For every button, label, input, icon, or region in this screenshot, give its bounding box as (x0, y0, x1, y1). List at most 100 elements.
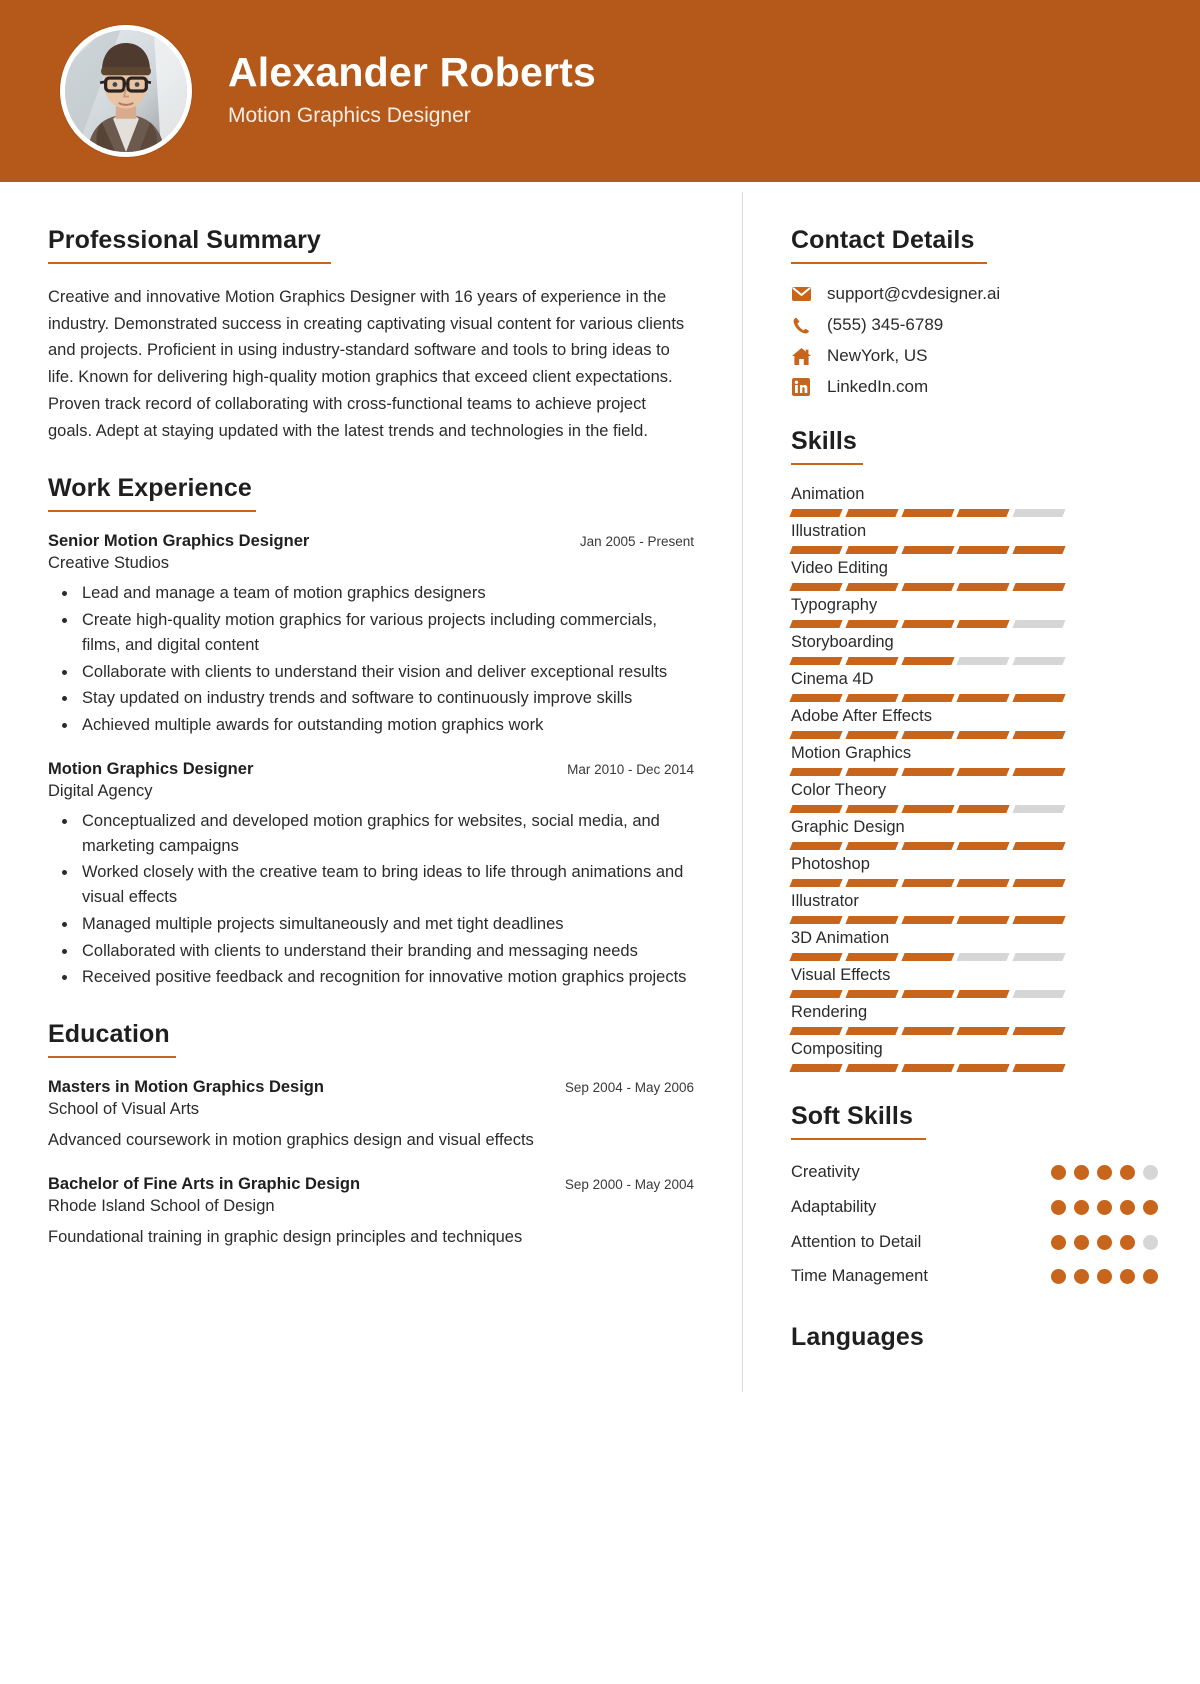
skill-bar-segment (900, 694, 955, 702)
skill-item: Adobe After Effects (789, 707, 1158, 739)
skill-bar-segment (789, 509, 843, 517)
contact-item-linkedin[interactable]: LinkedIn.com (791, 377, 1158, 397)
rating-dot (1051, 1199, 1066, 1215)
skill-bar-segment (956, 842, 1010, 850)
section-heading-education: Education (48, 1020, 170, 1049)
skill-bar-segment (845, 916, 899, 924)
section-education: Education Masters in Motion Graphics Des… (48, 1020, 694, 1250)
skill-bar-segment (900, 509, 955, 517)
skill-bar-segment (1012, 916, 1066, 924)
rating-dot (1120, 1199, 1135, 1215)
skill-bar-segment (845, 768, 899, 776)
education-degree: Masters in Motion Graphics Design (48, 1078, 324, 1097)
heading-underline (48, 1056, 176, 1059)
skill-level-bar (789, 768, 1066, 776)
section-heading-summary: Professional Summary (48, 226, 321, 254)
skill-bar-segment (789, 990, 843, 998)
soft-skill-label: Creativity (791, 1163, 860, 1181)
skill-bar-segment (956, 768, 1010, 776)
header-text: Alexander Roberts Motion Graphics Design… (228, 50, 596, 131)
skill-bar-segment (789, 657, 843, 665)
education-entry: Bachelor of Fine Arts in Graphic Design … (48, 1175, 694, 1250)
rating-dot (1120, 1234, 1135, 1250)
page-title: Alexander Roberts (228, 49, 596, 96)
skill-bar-segment (900, 768, 955, 776)
rating-dot (1097, 1234, 1112, 1250)
education-date: Sep 2000 - May 2004 (564, 1176, 694, 1192)
heading-underline (48, 510, 256, 513)
skill-bar-segment (845, 842, 899, 850)
soft-skill-item: Attention to Detail (791, 1230, 1158, 1255)
work-company: Digital Agency (48, 781, 153, 800)
education-entry: Masters in Motion Graphics Design Sep 20… (48, 1078, 694, 1153)
skill-bar-segment (956, 509, 1010, 517)
skill-bar-segment (900, 805, 955, 813)
section-heading-languages: Languages (791, 1323, 924, 1351)
soft-skill-rating (1051, 1264, 1158, 1285)
contact-item-location[interactable]: NewYork, US (791, 346, 1158, 366)
skill-bar-segment (956, 953, 1010, 961)
skill-level-bar (789, 620, 1066, 628)
home-icon (791, 346, 811, 366)
skill-bar-segment (1012, 1027, 1066, 1035)
list-item: Conceptualized and developed motion grap… (78, 809, 694, 859)
rating-dot (1051, 1165, 1066, 1180)
skill-bar-segment (789, 842, 843, 850)
skill-bar-segment (956, 731, 1010, 739)
skill-level-bar (789, 916, 1066, 924)
soft-skill-label: Time Management (791, 1267, 928, 1286)
skill-item: Typography (789, 596, 1158, 628)
education-entry-header: Bachelor of Fine Arts in Graphic Design … (48, 1175, 694, 1194)
skill-bar-segment (789, 1027, 843, 1035)
skill-item: Graphic Design (789, 818, 1158, 850)
skill-label: Typography (791, 596, 878, 614)
rating-dot (1120, 1269, 1135, 1285)
education-date: Sep 2004 - May 2006 (564, 1080, 694, 1096)
contact-item-phone[interactable]: (555) 345-6789 (791, 315, 1158, 335)
avatar (60, 25, 192, 157)
phone-icon (791, 315, 811, 335)
skill-bar-segment (845, 731, 899, 739)
skill-bar-segment (900, 620, 955, 628)
skill-bar-segment (956, 805, 1010, 813)
rating-dot (1143, 1269, 1158, 1285)
list-item: Received positive feedback and recogniti… (78, 965, 694, 990)
skill-bar-segment (845, 805, 899, 813)
rating-dot (1097, 1199, 1112, 1215)
contact-item-email[interactable]: support@cvdesigner.ai (791, 284, 1158, 304)
skill-level-bar (789, 583, 1066, 591)
skill-label: Photoshop (791, 855, 870, 873)
contact-location-value: NewYork, US (827, 346, 928, 365)
skill-bar-segment (845, 953, 899, 961)
skill-bar-segment (789, 731, 843, 739)
section-heading-work: Work Experience (48, 474, 252, 503)
skill-level-bar (789, 546, 1066, 554)
section-contact-details: Contact Details support@cvdesigner.ai (5… (791, 226, 1158, 397)
skill-label: Compositing (791, 1040, 883, 1058)
resume-body: Professional Summary Creative and innova… (0, 182, 1200, 1392)
work-entry: Senior Motion Graphics Designer Jan 2005… (48, 532, 694, 738)
job-title: Motion Graphics Designer (228, 103, 471, 127)
skill-bar-segment (1012, 509, 1066, 517)
skill-item: Illustration (789, 522, 1158, 554)
list-item: Lead and manage a team of motion graphic… (78, 581, 694, 606)
skill-bar-segment (1012, 620, 1066, 628)
skill-bar-segment (789, 768, 843, 776)
rating-dot (1097, 1165, 1112, 1180)
skill-level-bar (789, 879, 1066, 887)
skill-bar-segment (900, 1027, 955, 1035)
skill-item: Photoshop (789, 855, 1158, 887)
heading-underline (791, 463, 863, 465)
skill-label: Rendering (791, 1003, 868, 1021)
skill-bar-segment (900, 879, 955, 887)
rating-dot (1143, 1165, 1158, 1180)
soft-skill-item: Adaptability (791, 1195, 1158, 1220)
skill-item: Illustrator (789, 892, 1158, 924)
skill-bar-segment (789, 583, 843, 591)
work-bullets: Lead and manage a team of motion graphic… (48, 581, 694, 738)
list-item: Achieved multiple awards for outstanding… (78, 713, 694, 738)
skill-level-bar (789, 731, 1066, 739)
heading-underline (48, 262, 331, 264)
rating-dot (1074, 1199, 1089, 1215)
soft-skill-item: Creativity (791, 1160, 1158, 1185)
